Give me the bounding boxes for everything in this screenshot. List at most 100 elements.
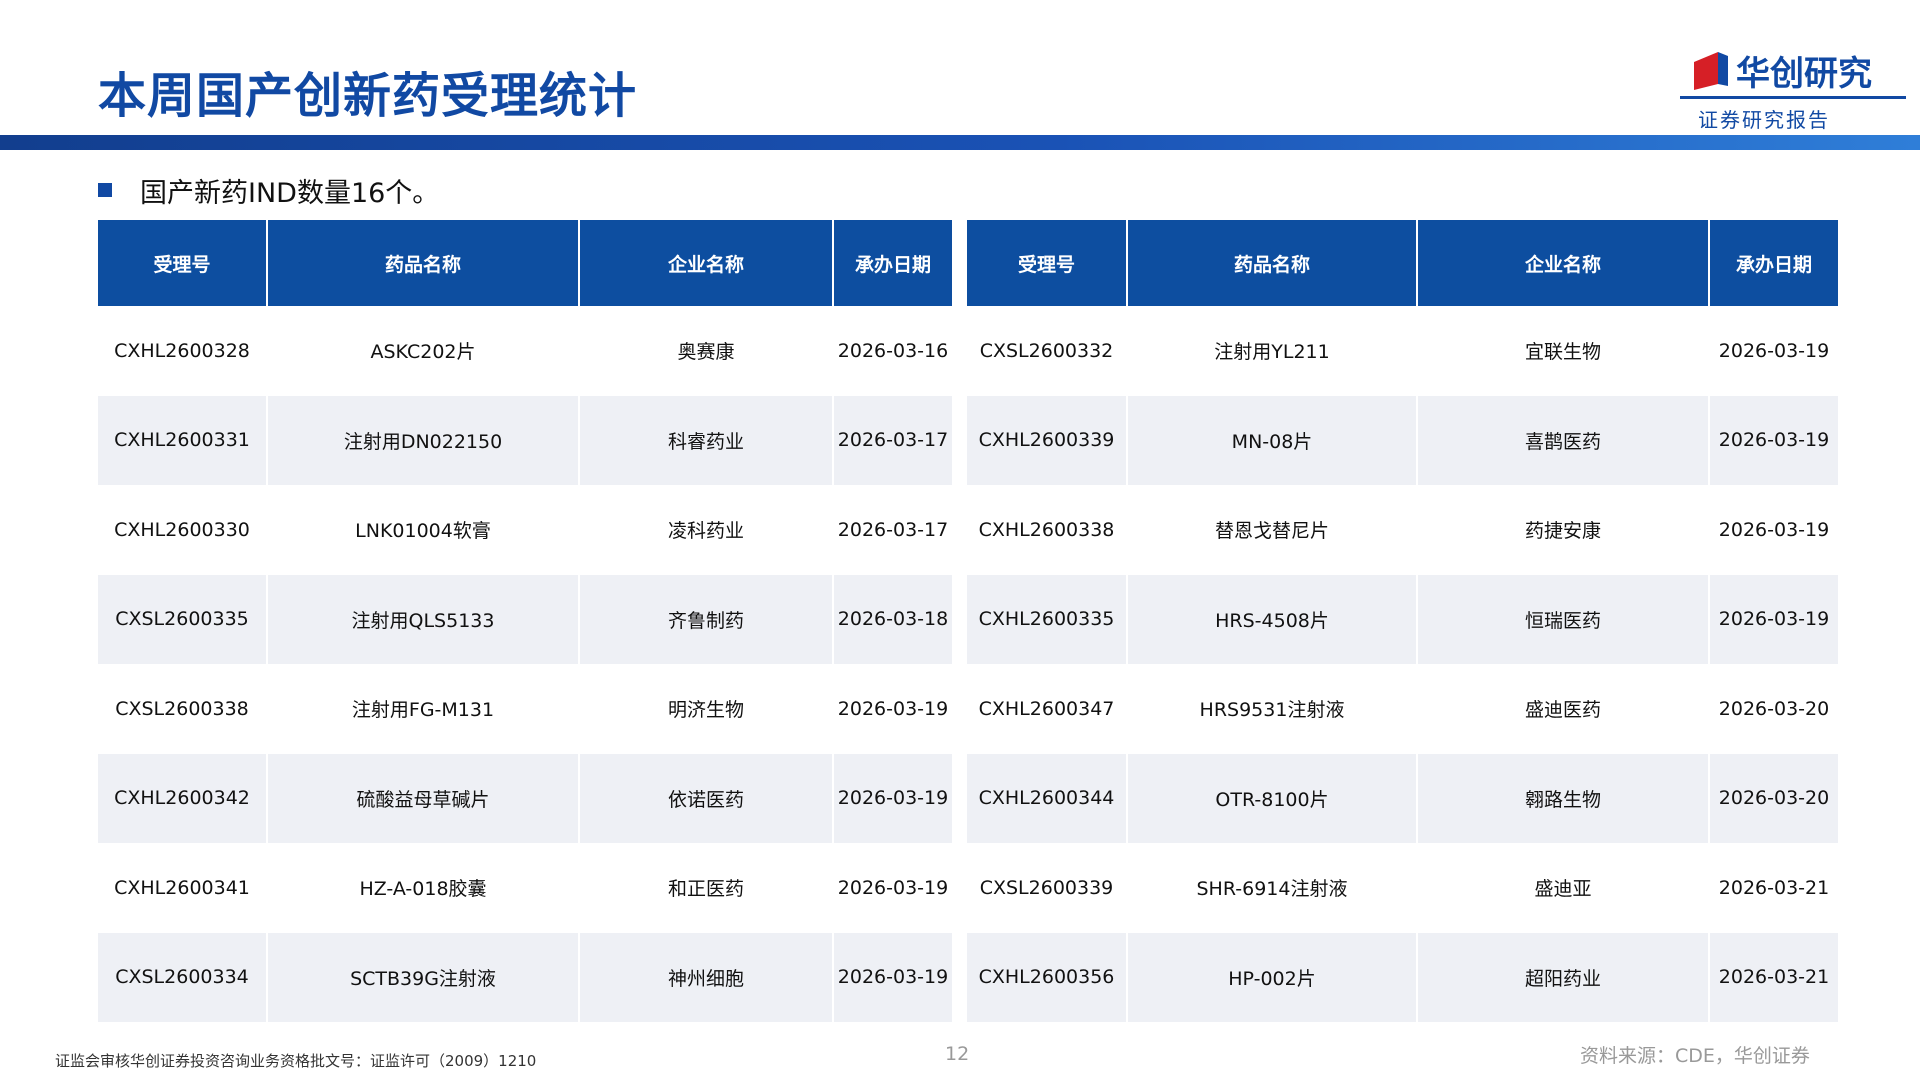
company-cell: 齐鲁制药 xyxy=(579,574,834,664)
company-cell: 依诺医药 xyxy=(579,753,834,843)
date-cell: 2026-03-19 xyxy=(1709,574,1838,664)
ind-table-left: 受理号 药品名称 企业名称 承办日期 CXHL2600328 ASKC202片 奥赛… xyxy=(98,220,952,1022)
company-cell: 凌科药业 xyxy=(579,485,834,575)
table-row: CXSL2600335 注射用QLS5133 齐鲁制药 2026-03-18 xyxy=(98,574,952,664)
drug-name-cell: ASKC202片 xyxy=(267,306,580,396)
table-row: CXSL2600334 SCTB39G注射液 神州细胞 2026-03-19 xyxy=(98,932,952,1022)
summary-text: 国产新药IND数量16个。 xyxy=(140,177,440,209)
date-cell: 2026-03-19 xyxy=(833,843,952,933)
company-cell: 药捷安康 xyxy=(1417,485,1710,575)
accept-no-cell: CXHL2600356 xyxy=(967,932,1128,1022)
date-cell: 2026-03-19 xyxy=(833,753,952,843)
drug-name-cell: 替恩戈替尼片 xyxy=(1127,485,1418,575)
brand-logo: 华创研究 证券研究报告 xyxy=(1680,40,1910,135)
table-row: CXHL2600342 硫酸益母草碱片 依诺医药 2026-03-19 xyxy=(98,753,952,843)
date-cell: 2026-03-18 xyxy=(833,574,952,664)
company-cell: 明济生物 xyxy=(579,664,834,754)
accept-no-cell: CXSL2600339 xyxy=(967,843,1128,933)
accept-no-cell: CXSL2600334 xyxy=(98,932,268,1022)
table-row: CXHL2600356 HP-002片 超阳药业 2026-03-21 xyxy=(967,932,1838,1022)
drug-name-cell: SCTB39G注射液 xyxy=(267,932,580,1022)
company-cell: 和正医药 xyxy=(579,843,834,933)
square-bullet-icon xyxy=(98,183,112,197)
accept-no-cell: CXSL2600332 xyxy=(967,306,1128,396)
table-row: CXSL2600338 注射用FG-M131 明济生物 2026-03-19 xyxy=(98,664,952,754)
table-row: CXHL2600344 OTR-8100片 翱路生物 2026-03-20 xyxy=(967,753,1838,843)
license-note: 证监会审核华创证券投资咨询业务资格批文号：证监许可（2009）1210 xyxy=(55,1052,537,1070)
accept-no-cell: CXHL2600335 xyxy=(967,574,1128,664)
table-row: CXHL2600338 替恩戈替尼片 药捷安康 2026-03-19 xyxy=(967,485,1838,575)
date-cell: 2026-03-17 xyxy=(833,485,952,575)
date-cell: 2026-03-17 xyxy=(833,395,952,485)
col-header-date: 承办日期 xyxy=(833,220,952,306)
drug-name-cell: HRS-4508片 xyxy=(1127,574,1418,664)
drug-name-cell: 注射用YL211 xyxy=(1127,306,1418,396)
col-header-drug-name: 药品名称 xyxy=(1127,220,1418,306)
date-cell: 2026-03-21 xyxy=(1709,932,1838,1022)
col-header-date: 承办日期 xyxy=(1709,220,1838,306)
drug-name-cell: SHR-6914注射液 xyxy=(1127,843,1418,933)
table-header-row: 受理号 药品名称 企业名称 承办日期 xyxy=(967,220,1838,306)
col-header-company: 企业名称 xyxy=(579,220,834,306)
drug-name-cell: 硫酸益母草碱片 xyxy=(267,753,580,843)
drug-name-cell: 注射用FG-M131 xyxy=(267,664,580,754)
company-cell: 神州细胞 xyxy=(579,932,834,1022)
source-note: 资料来源：CDE，华创证券 xyxy=(1580,1045,1810,1067)
drug-name-cell: HP-002片 xyxy=(1127,932,1418,1022)
drug-name-cell: 注射用DN022150 xyxy=(267,395,580,485)
drug-name-cell: HZ-A-018胶囊 xyxy=(267,843,580,933)
date-cell: 2026-03-20 xyxy=(1709,753,1838,843)
date-cell: 2026-03-19 xyxy=(833,664,952,754)
accept-no-cell: CXHL2600342 xyxy=(98,753,268,843)
company-cell: 喜鹊医药 xyxy=(1417,395,1710,485)
table-row: CXHL2600341 HZ-A-018胶囊 和正医药 2026-03-19 xyxy=(98,843,952,933)
date-cell: 2026-03-21 xyxy=(1709,843,1838,933)
company-cell: 盛迪医药 xyxy=(1417,664,1710,754)
col-header-drug-name: 药品名称 xyxy=(267,220,580,306)
table-row: CXHL2600328 ASKC202片 奥赛康 2026-03-16 xyxy=(98,306,952,396)
accept-no-cell: CXHL2600347 xyxy=(967,664,1128,754)
date-cell: 2026-03-20 xyxy=(1709,664,1838,754)
date-cell: 2026-03-16 xyxy=(833,306,952,396)
company-cell: 宜联生物 xyxy=(1417,306,1710,396)
table-row: CXSL2600339 SHR-6914注射液 盛迪亚 2026-03-21 xyxy=(967,843,1838,933)
table-row: CXHL2600335 HRS-4508片 恒瑞医药 2026-03-19 xyxy=(967,574,1838,664)
company-cell: 超阳药业 xyxy=(1417,932,1710,1022)
drug-name-cell: HRS9531注射液 xyxy=(1127,664,1418,754)
company-cell: 盛迪亚 xyxy=(1417,843,1710,933)
accept-no-cell: CXSL2600338 xyxy=(98,664,268,754)
accept-no-cell: CXHL2600341 xyxy=(98,843,268,933)
page-number: 12 xyxy=(945,1043,970,1065)
logo-mark-icon xyxy=(1694,52,1728,90)
table-row: CXHL2600339 MN-08片 喜鹊医药 2026-03-19 xyxy=(967,395,1838,485)
company-cell: 恒瑞医药 xyxy=(1417,574,1710,664)
logo-name: 华创研究 xyxy=(1736,54,1872,94)
summary-bullet: 国产新药IND数量16个。 xyxy=(98,172,440,209)
accept-no-cell: CXHL2600328 xyxy=(98,306,268,396)
header-band xyxy=(0,135,1920,150)
accept-no-cell: CXHL2600331 xyxy=(98,395,268,485)
accept-no-cell: CXHL2600338 xyxy=(967,485,1128,575)
col-header-accept-no: 受理号 xyxy=(98,220,268,306)
drug-name-cell: LNK01004软膏 xyxy=(267,485,580,575)
date-cell: 2026-03-19 xyxy=(1709,395,1838,485)
accept-no-cell: CXHL2600344 xyxy=(967,753,1128,843)
table-row: CXSL2600332 注射用YL211 宜联生物 2026-03-19 xyxy=(967,306,1838,396)
drug-name-cell: OTR-8100片 xyxy=(1127,753,1418,843)
accept-no-cell: CXSL2600335 xyxy=(98,574,268,664)
logo-divider xyxy=(1680,96,1906,99)
company-cell: 奥赛康 xyxy=(579,306,834,396)
table-header-row: 受理号 药品名称 企业名称 承办日期 xyxy=(98,220,952,306)
drug-name-cell: MN-08片 xyxy=(1127,395,1418,485)
col-header-company: 企业名称 xyxy=(1417,220,1710,306)
table-row: CXHL2600330 LNK01004软膏 凌科药业 2026-03-17 xyxy=(98,485,952,575)
drug-name-cell: 注射用QLS5133 xyxy=(267,574,580,664)
date-cell: 2026-03-19 xyxy=(833,932,952,1022)
company-cell: 科睿药业 xyxy=(579,395,834,485)
col-header-accept-no: 受理号 xyxy=(967,220,1128,306)
table-row: CXHL2600347 HRS9531注射液 盛迪医药 2026-03-20 xyxy=(967,664,1838,754)
date-cell: 2026-03-19 xyxy=(1709,485,1838,575)
ind-table-right: 受理号 药品名称 企业名称 承办日期 CXSL2600332 注射用YL211 宜联… xyxy=(967,220,1838,1022)
accept-no-cell: CXHL2600339 xyxy=(967,395,1128,485)
date-cell: 2026-03-19 xyxy=(1709,306,1838,396)
